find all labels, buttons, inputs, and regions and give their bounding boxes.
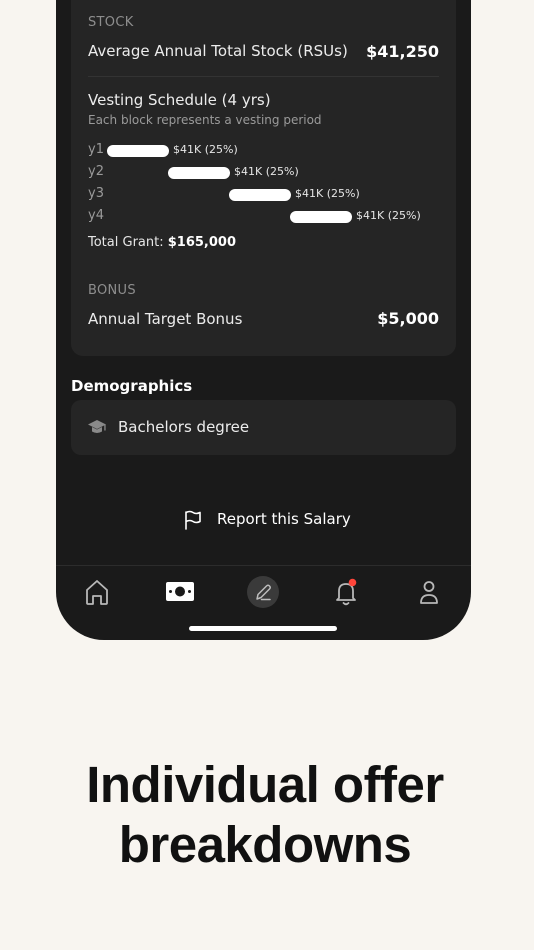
demographics-heading: Demographics xyxy=(71,377,193,395)
stock-row-value: $41,250 xyxy=(366,42,439,61)
divider xyxy=(88,76,439,77)
nav-salaries[interactable] xyxy=(160,574,200,610)
report-label: Report this Salary xyxy=(217,510,351,528)
stock-row-label: Average Annual Total Stock (RSUs) xyxy=(88,42,348,60)
vesting-amount: $41K (25%) xyxy=(234,165,299,178)
headline-line-2: breakdowns xyxy=(118,816,412,873)
vesting-row-y4: y4 $41K (25%) xyxy=(88,208,448,224)
home-indicator xyxy=(189,626,337,631)
bonus-row-value: $5,000 xyxy=(377,309,439,328)
nav-submit[interactable] xyxy=(243,574,283,610)
graduation-cap-icon xyxy=(88,420,106,433)
vesting-bar xyxy=(290,211,352,223)
bonus-section-label: BONUS xyxy=(88,283,136,298)
total-grant-value: $165,000 xyxy=(167,235,237,250)
vesting-amount: $41K (25%) xyxy=(295,187,360,200)
vesting-title: Vesting Schedule (4 yrs) xyxy=(88,91,271,109)
home-icon xyxy=(86,580,108,605)
edit-icon xyxy=(247,576,279,608)
phone-screen: STOCK Average Annual Total Stock (RSUs) … xyxy=(56,0,471,640)
vesting-year-label: y3 xyxy=(88,186,104,201)
demographics-card: Bachelors degree xyxy=(71,400,456,455)
vesting-year-label: y4 xyxy=(88,208,104,223)
vesting-subtitle: Each block represents a vesting period xyxy=(88,113,322,127)
bell-icon xyxy=(336,578,357,606)
bonus-row-label: Annual Target Bonus xyxy=(88,310,243,328)
vesting-amount: $41K (25%) xyxy=(173,143,238,156)
vesting-bar xyxy=(107,145,169,157)
bottom-nav xyxy=(56,566,471,616)
vesting-row-y1: y1 $41K (25%) xyxy=(88,142,448,158)
notification-dot xyxy=(348,578,357,587)
vesting-bar xyxy=(168,167,230,179)
vesting-row-y3: y3 $41K (25%) xyxy=(88,186,448,202)
money-icon xyxy=(166,582,194,601)
vesting-year-label: y1 xyxy=(88,142,104,157)
headline-line-1: Individual offer xyxy=(86,756,444,813)
vesting-year-label: y2 xyxy=(88,164,104,179)
compensation-card: STOCK Average Annual Total Stock (RSUs) … xyxy=(71,0,456,356)
user-icon xyxy=(420,581,438,604)
nav-profile[interactable] xyxy=(409,574,449,610)
education-label: Bachelors degree xyxy=(118,418,250,436)
stock-section-label: STOCK xyxy=(88,15,134,30)
nav-notifications[interactable] xyxy=(326,574,366,610)
vesting-amount: $41K (25%) xyxy=(356,209,421,222)
vesting-bar xyxy=(229,189,291,201)
total-grant: Total Grant: $165,000 xyxy=(88,235,237,250)
promo-headline: Individual offer breakdowns xyxy=(0,755,530,875)
flag-icon xyxy=(185,510,201,530)
nav-home[interactable] xyxy=(77,574,117,610)
vesting-row-y2: y2 $41K (25%) xyxy=(88,164,448,180)
